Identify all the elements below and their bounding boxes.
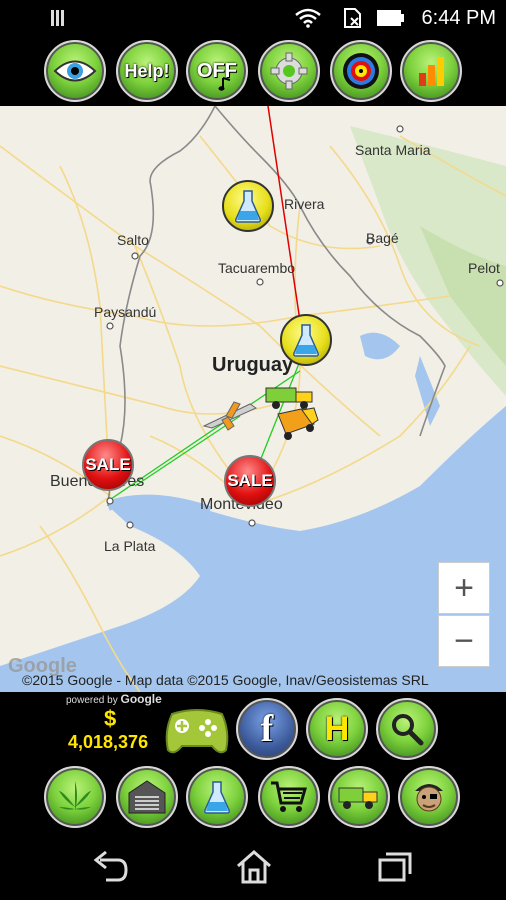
money-amount: 4,018,376 [68, 732, 149, 752]
place-label: La Plata [104, 538, 156, 554]
zoom-out-button[interactable]: − [438, 615, 490, 667]
place-label: Paysandú [94, 304, 157, 320]
plane-icon[interactable] [200, 396, 260, 432]
powered-by-google: powered by Google [66, 692, 162, 706]
facebook-icon: f [260, 708, 274, 750]
bottom-panel: powered by Google $ 4,018,376 f H [0, 692, 506, 834]
gamepad-icon[interactable] [162, 702, 232, 758]
gear-icon [270, 52, 308, 90]
lab-button[interactable] [186, 766, 248, 828]
zoom-in-button[interactable]: + [438, 562, 490, 614]
garage-button[interactable] [116, 766, 178, 828]
place-label: Salto [117, 232, 149, 248]
magnifier-icon [392, 714, 424, 746]
back-icon[interactable] [92, 850, 132, 884]
place-label: Santa Maria [355, 142, 431, 158]
flask-icon [235, 190, 261, 223]
music-note-icon [218, 77, 231, 91]
music-off-button[interactable]: OFF [186, 40, 248, 102]
status-bar: 6:44 PM [0, 0, 506, 36]
facebook-button[interactable]: f [236, 698, 298, 760]
currency-symbol: $ [104, 706, 117, 731]
lab-marker[interactable] [280, 314, 332, 366]
android-nav-bar [0, 834, 506, 900]
cart-icon [271, 781, 307, 812]
garage-icon [128, 780, 166, 814]
weed-button[interactable] [44, 766, 106, 828]
search-button[interactable] [376, 698, 438, 760]
place-label: Pelot [468, 260, 500, 276]
place-label: Tacuarembo [218, 260, 296, 276]
flask-icon [204, 781, 230, 814]
hideout-button[interactable]: H [306, 698, 368, 760]
sale-marker[interactable]: SALE [224, 455, 276, 507]
dealer-button[interactable] [398, 766, 460, 828]
settings-button[interactable] [258, 40, 320, 102]
no-sim-icon [344, 8, 361, 28]
pirate-icon [415, 784, 443, 812]
battery-icon [377, 10, 404, 26]
notification-icon [51, 10, 64, 26]
truck-button[interactable] [328, 766, 390, 828]
lab-marker[interactable] [222, 180, 274, 232]
truck-icon[interactable] [272, 404, 320, 444]
map-copyright: ©2015 Google - Map data ©2015 Google, In… [22, 672, 429, 688]
place-label: Bagé [366, 230, 399, 246]
stats-button[interactable] [400, 40, 462, 102]
truck-icon [338, 787, 378, 809]
country-label: Uruguay [212, 354, 294, 376]
clock: 6:44 PM [421, 7, 496, 29]
home-icon[interactable] [234, 848, 274, 884]
place-label: Rivera [284, 196, 325, 212]
view-eye-button[interactable] [44, 40, 106, 102]
recents-icon[interactable] [376, 850, 416, 884]
leaf-icon [59, 781, 91, 811]
flask-icon [293, 324, 319, 357]
eye-icon [53, 60, 97, 82]
sale-marker[interactable]: SALE [82, 439, 134, 491]
bar-chart-icon [419, 57, 444, 86]
target-button[interactable] [330, 40, 392, 102]
target-icon [343, 53, 379, 89]
top-toolbar: Help! OFF [0, 36, 506, 106]
help-button[interactable]: Help! [116, 40, 178, 102]
h-icon: H [324, 709, 350, 748]
game-map[interactable]: Santa Maria Rivera Salto Bagé Tacuarembo… [0, 106, 506, 692]
wifi-icon [295, 8, 321, 28]
shop-button[interactable] [258, 766, 320, 828]
